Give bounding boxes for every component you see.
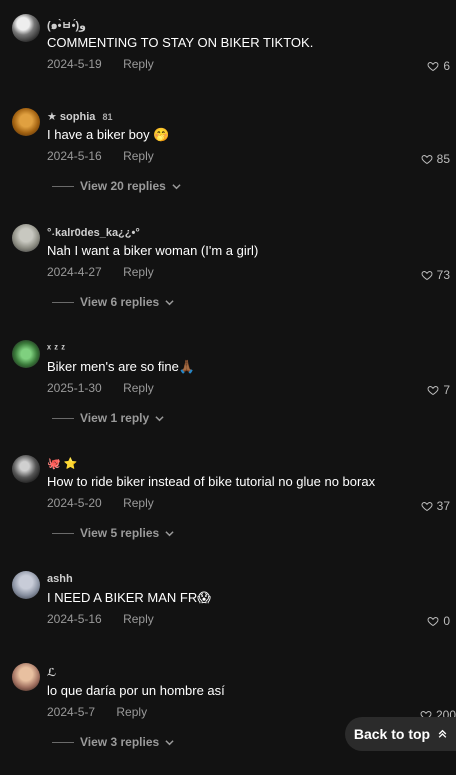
avatar[interactable] [12,663,40,691]
avatar[interactable] [12,340,40,368]
username[interactable]: °˖kalr0des_ka¿¿•° [47,227,140,239]
view-replies-button[interactable]: View 20 replies [52,179,181,193]
username[interactable]: ˣ ᶻ ᶻ [47,343,65,355]
user-badge: 81 [102,112,113,122]
comment-meta: 2024-5-20 Reply [47,496,154,510]
comment-date: 2025-1-30 [47,381,102,395]
view-replies-label: View 6 replies [80,295,160,309]
username[interactable]: (๑•̀ㅂ•́)و [47,16,86,34]
like-count: 0 [443,614,450,628]
username[interactable]: ashh [47,573,73,585]
username-text: ★ sophia [47,111,96,123]
back-to-top-button[interactable]: Back to top [345,717,456,751]
chevron-down-icon [165,530,174,536]
view-replies-label: View 1 reply [80,411,150,425]
divider [52,185,74,187]
like-count: 85 [436,152,450,166]
username[interactable]: 🐙 ⭐ [47,457,77,470]
avatar[interactable] [12,571,40,599]
chevron-down-icon [165,739,174,745]
comment-text: lo que daría por un hombre así [47,683,225,698]
heart-outline-icon [427,385,439,396]
comment-meta: 2024-5-16 Reply [47,149,154,163]
view-replies-button[interactable]: View 3 replies [52,735,174,749]
like-count: 37 [436,499,450,513]
like-count: 7 [443,383,450,397]
like-button[interactable]: 6 [427,59,450,73]
divider [52,741,74,743]
like-button[interactable]: 73 [421,268,450,282]
avatar[interactable] [12,14,40,42]
comment-date: 2024-5-16 [47,149,102,163]
divider [52,301,74,303]
view-replies-button[interactable]: View 1 reply [52,411,164,425]
comment-meta: 2024-5-16 Reply [47,612,154,626]
comment-date: 2024-4-27 [47,265,102,279]
heart-outline-icon [421,270,433,281]
divider [52,532,74,534]
like-button[interactable]: 7 [427,383,450,397]
comment-text: I have a biker boy 🤭 [47,127,170,142]
heart-outline-icon [427,616,439,627]
comment-date: 2024-5-16 [47,612,102,626]
comment-text: COMMENTING TO STAY ON BIKER TIKTOK. [47,35,314,50]
comment-text: I NEED A BIKER MAN FR😱 [47,590,211,605]
reply-button[interactable]: Reply [123,496,154,510]
like-button[interactable]: 37 [421,499,450,513]
comment-meta: 2024-5-7 Reply [47,705,147,719]
comment-text: Biker men's are so fine🙏🏾 [47,359,196,374]
avatar[interactable] [12,108,40,136]
chevron-down-icon [172,183,181,189]
reply-button[interactable]: Reply [123,149,154,163]
comment-meta: 2025-1-30 Reply [47,381,154,395]
like-button[interactable]: 0 [427,614,450,628]
avatar[interactable] [12,224,40,252]
view-replies-button[interactable]: View 6 replies [52,295,174,309]
like-button[interactable]: 85 [421,152,450,166]
username[interactable]: ★ sophia 81 [47,110,112,123]
comment-text: How to ride biker instead of bike tutori… [47,474,376,489]
view-replies-label: View 3 replies [80,735,160,749]
reply-button[interactable]: Reply [123,381,154,395]
like-count: 6 [443,59,450,73]
like-count: 73 [436,268,450,282]
comment-text: Nah I want a biker woman (I'm a girl) [47,243,259,258]
comment-date: 2024-5-20 [47,496,102,510]
reply-button[interactable]: Reply [116,705,147,719]
chevron-down-icon [155,415,164,421]
username[interactable]: ℒ [47,666,56,679]
comment-date: 2024-5-19 [47,57,102,71]
divider [52,417,74,419]
view-replies-button[interactable]: View 5 replies [52,526,174,540]
comment-meta: 2024-5-19 Reply [47,57,154,71]
avatar[interactable] [12,455,40,483]
view-replies-label: View 5 replies [80,526,160,540]
chevron-down-icon [165,299,174,305]
reply-button[interactable]: Reply [123,265,154,279]
comment-meta: 2024-4-27 Reply [47,265,154,279]
heart-outline-icon [421,501,433,512]
comment-date: 2024-5-7 [47,705,96,719]
double-chevron-up-icon [438,729,447,738]
heart-outline-icon [427,61,439,72]
view-replies-label: View 20 replies [80,179,166,193]
reply-button[interactable]: Reply [123,612,154,626]
back-to-top-label: Back to top [353,726,431,742]
heart-outline-icon [421,154,433,165]
reply-button[interactable]: Reply [123,57,154,71]
